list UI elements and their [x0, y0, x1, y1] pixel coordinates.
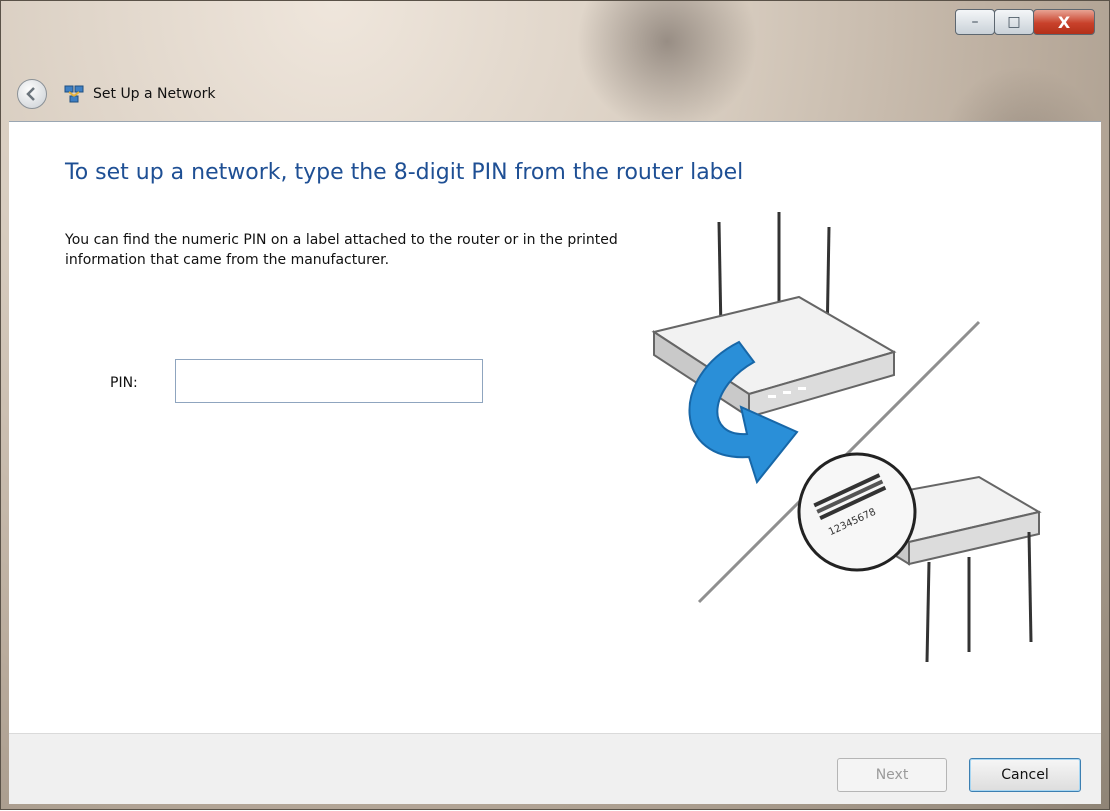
pin-label: PIN: — [110, 375, 138, 391]
next-button[interactable]: Next — [837, 758, 947, 792]
network-icon — [64, 85, 84, 103]
router-illustration: 12345678 — [651, 212, 1042, 663]
window-title: Set Up a Network — [93, 86, 216, 102]
window-controls: – □ X — [955, 9, 1095, 35]
back-arrow-icon — [26, 87, 35, 101]
title-bar: Set Up a Network — [17, 79, 216, 109]
close-icon: X — [1057, 12, 1071, 32]
setup-network-window: – □ X Set Up a Network To set up a netwo… — [0, 0, 1110, 811]
content-panel: To set up a network, type the 8-digit PI… — [9, 121, 1101, 734]
instruction-text: You can find the numeric PIN on a label … — [65, 232, 618, 268]
button-bar: Next Cancel — [9, 733, 1101, 804]
pin-input[interactable] — [175, 359, 483, 403]
close-button[interactable]: X — [1033, 9, 1095, 35]
minimize-icon: – — [971, 14, 979, 30]
maximize-button[interactable]: □ — [994, 9, 1034, 35]
cancel-button[interactable]: Cancel — [969, 758, 1081, 792]
back-button[interactable] — [17, 79, 47, 109]
minimize-button[interactable]: – — [955, 9, 995, 35]
maximize-icon: □ — [1007, 14, 1021, 30]
page-heading: To set up a network, type the 8-digit PI… — [65, 160, 744, 185]
